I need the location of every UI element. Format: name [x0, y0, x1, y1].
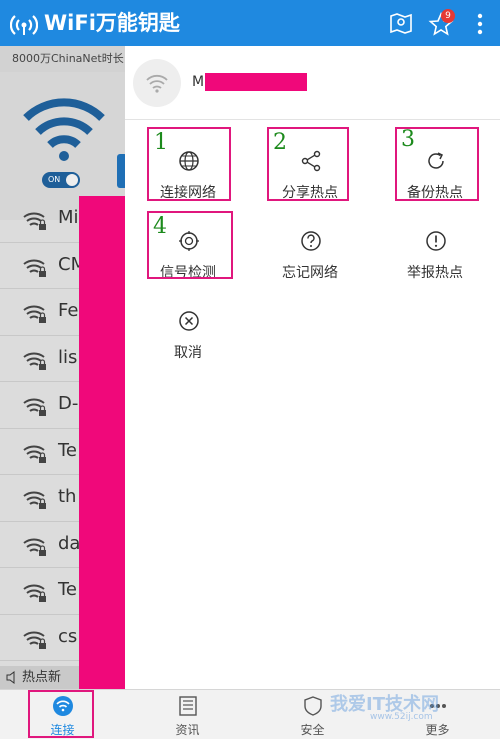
speaker-icon [6, 671, 15, 684]
annotation-number: 2 [273, 130, 287, 155]
network-name: Mi [58, 207, 79, 228]
network-name: cs [58, 625, 78, 647]
network-name: Fe [58, 300, 79, 321]
network-name: da [58, 532, 81, 554]
network-name: D- [58, 393, 79, 414]
wifi-lock-icon [23, 445, 46, 463]
cancel-icon [179, 311, 199, 331]
wifi-lock-icon [23, 398, 46, 416]
wifi-lock-icon [23, 212, 46, 230]
nav-label: 资讯 [175, 723, 200, 737]
shield-icon [304, 696, 322, 716]
promo-banner: 8000万ChinaNet时长 [0, 46, 125, 72]
wifi-lock-icon [23, 584, 46, 602]
network-name: Te [58, 579, 78, 600]
watermark-url: www.52ij.com [370, 712, 433, 722]
dialog-header: M [125, 46, 500, 120]
notification-badge: 9 [441, 9, 455, 23]
network-avatar [133, 59, 181, 107]
wifi-key-logo-icon [10, 15, 38, 35]
nav-news[interactable]: 资讯 [125, 690, 250, 739]
wifi-lock-icon [23, 305, 46, 323]
wifi-lock-icon [23, 352, 46, 370]
action-label: 忘记网络 [282, 265, 338, 281]
report-hotspot-button[interactable]: 举报热点 [375, 212, 495, 292]
wifi-lock-icon [23, 631, 46, 649]
overflow-menu-icon[interactable] [474, 11, 486, 37]
wifi-lock-icon [23, 538, 46, 556]
map-icon[interactable] [388, 10, 414, 36]
forget-network-button[interactable]: 忘记网络 [250, 212, 370, 292]
annotation-number: 4 [153, 214, 167, 239]
action-label: 举报热点 [407, 265, 463, 281]
app-title: WiFi万能钥匙 [44, 11, 180, 35]
cancel-button[interactable]: 取消 [128, 292, 248, 372]
wifi-lock-icon [23, 491, 46, 509]
wifi-toggle[interactable]: ON [42, 172, 80, 188]
app-bar: WiFi万能钥匙 9 [0, 0, 500, 46]
redaction-block [79, 196, 127, 689]
question-icon [301, 231, 321, 251]
wifi-large-icon [23, 98, 105, 161]
annotation-number: 3 [401, 127, 415, 152]
network-name: Te [58, 439, 78, 461]
action-label: 取消 [174, 345, 202, 361]
network-name: th [58, 486, 77, 507]
nav-label: 安全 [300, 723, 325, 737]
hot-news-label: 热点新 [22, 670, 62, 685]
network-action-dialog: M 连接网络 分享热点 备份热点 信号检测 忘记网络 举报热点 取消 1 2 3… [125, 46, 500, 689]
connect-button-partial[interactable] [117, 154, 125, 188]
redaction-block [205, 73, 307, 91]
nav-label: 更多 [425, 723, 450, 737]
wifi-lock-icon [23, 259, 46, 277]
exclamation-icon [426, 231, 446, 251]
network-name: M [192, 74, 205, 90]
annotation-number: 1 [154, 130, 168, 155]
highlight-box [28, 690, 94, 738]
network-name: lis [58, 346, 78, 368]
wifi-icon [146, 74, 168, 93]
news-icon [179, 696, 197, 716]
